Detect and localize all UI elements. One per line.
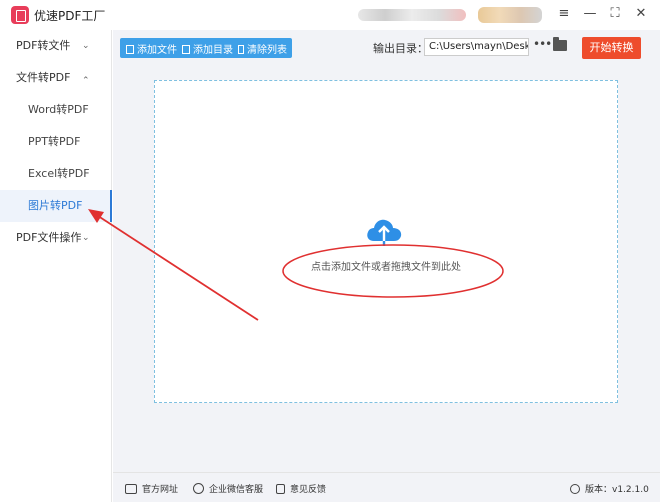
wechat-label: 企业微信客服 xyxy=(209,485,264,495)
app-window: 优速PDF工厂 ≡ — ⛶ ✕ PDF转文件 ⌄ 文件转PDF ⌃ Word转P… xyxy=(0,0,660,502)
clear-list-label: 清除列表 xyxy=(247,45,287,56)
sidebar-item-label: Excel转PDF xyxy=(28,167,90,180)
dropzone-hint: 点击添加文件或者拖拽文件到此处 xyxy=(311,262,461,273)
output-dir-field[interactable]: C:\Users\mayn\Desktop xyxy=(424,38,529,56)
sidebar-item-label: PDF转文件 xyxy=(16,39,71,52)
clear-list-button[interactable]: 清除列表 xyxy=(238,41,287,56)
output-dir-label: 输出目录： xyxy=(373,42,428,55)
sidebar-item-pdf-to-file[interactable]: PDF转文件 ⌄ xyxy=(0,30,112,62)
more-options-icon[interactable]: ••• xyxy=(533,37,552,51)
blurred-avatar[interactable] xyxy=(478,7,542,23)
add-folder-label: 添加目录 xyxy=(193,45,233,56)
title-bar: 优速PDF工厂 ≡ — ⛶ ✕ xyxy=(0,0,660,30)
sidebar-item-label: 图片转PDF xyxy=(28,199,83,212)
version-info[interactable]: 版本：v1.2.1.0 xyxy=(570,482,649,495)
sidebar-item-word-to-pdf[interactable]: Word转PDF xyxy=(0,94,112,126)
chevron-up-icon: ⌃ xyxy=(82,76,90,86)
minimize-icon[interactable]: — xyxy=(582,6,598,22)
open-folder-icon[interactable] xyxy=(553,37,567,51)
menu-icon[interactable]: ≡ xyxy=(556,6,572,22)
refresh-icon xyxy=(570,484,580,494)
footer-bar: 官方网址 企业微信客服 意见反馈 版本：v1.2.1.0 xyxy=(113,472,660,502)
chevron-down-icon: ⌄ xyxy=(82,233,90,243)
close-icon[interactable]: ✕ xyxy=(633,6,649,22)
website-link[interactable]: 官方网址 xyxy=(125,482,178,495)
sidebar-item-file-to-pdf[interactable]: 文件转PDF ⌃ xyxy=(0,62,112,94)
sidebar-item-image-to-pdf[interactable]: 图片转PDF xyxy=(0,190,112,222)
sidebar-item-ppt-to-pdf[interactable]: PPT转PDF xyxy=(0,126,112,158)
wechat-support-link[interactable]: 企业微信客服 xyxy=(193,482,263,495)
file-toolbar: 添加文件 添加目录 清除列表 xyxy=(120,38,292,58)
chevron-down-icon: ⌄ xyxy=(82,41,90,51)
maximize-icon[interactable]: ⛶ xyxy=(607,6,623,22)
upload-cloud-icon xyxy=(367,219,402,246)
sidebar-item-label: PDF文件操作 xyxy=(16,231,82,244)
app-title: 优速PDF工厂 xyxy=(34,9,106,23)
file-icon xyxy=(126,45,134,54)
sidebar-item-pdf-operations[interactable]: PDF文件操作 ⌄ xyxy=(0,222,112,254)
main-panel: 添加文件 添加目录 清除列表 输出目录： C:\Users\mayn\Deskt… xyxy=(113,30,660,472)
version-label: 版本：v1.2.1.0 xyxy=(585,485,649,495)
sidebar-item-excel-to-pdf[interactable]: Excel转PDF xyxy=(0,158,112,190)
add-file-button[interactable]: 添加文件 xyxy=(126,41,177,56)
feedback-label: 意见反馈 xyxy=(290,485,327,495)
chat-icon xyxy=(193,483,204,494)
sidebar: PDF转文件 ⌄ 文件转PDF ⌃ Word转PDF PPT转PDF Excel… xyxy=(0,30,112,502)
add-folder-button[interactable]: 添加目录 xyxy=(182,41,233,56)
folder-icon xyxy=(182,45,190,54)
feedback-icon xyxy=(276,484,285,494)
add-file-label: 添加文件 xyxy=(137,45,177,56)
monitor-icon xyxy=(125,484,137,494)
file-dropzone[interactable]: 点击添加文件或者拖拽文件到此处 xyxy=(154,80,618,403)
trash-icon xyxy=(238,45,244,54)
sidebar-item-label: Word转PDF xyxy=(28,103,89,116)
blurred-account-info xyxy=(358,9,466,21)
sidebar-item-label: PPT转PDF xyxy=(28,135,81,148)
website-label: 官方网址 xyxy=(142,485,179,495)
feedback-link[interactable]: 意见反馈 xyxy=(276,482,326,495)
start-convert-button[interactable]: 开始转换 xyxy=(582,37,641,59)
sidebar-item-label: 文件转PDF xyxy=(16,71,71,84)
app-logo-icon xyxy=(11,6,29,24)
